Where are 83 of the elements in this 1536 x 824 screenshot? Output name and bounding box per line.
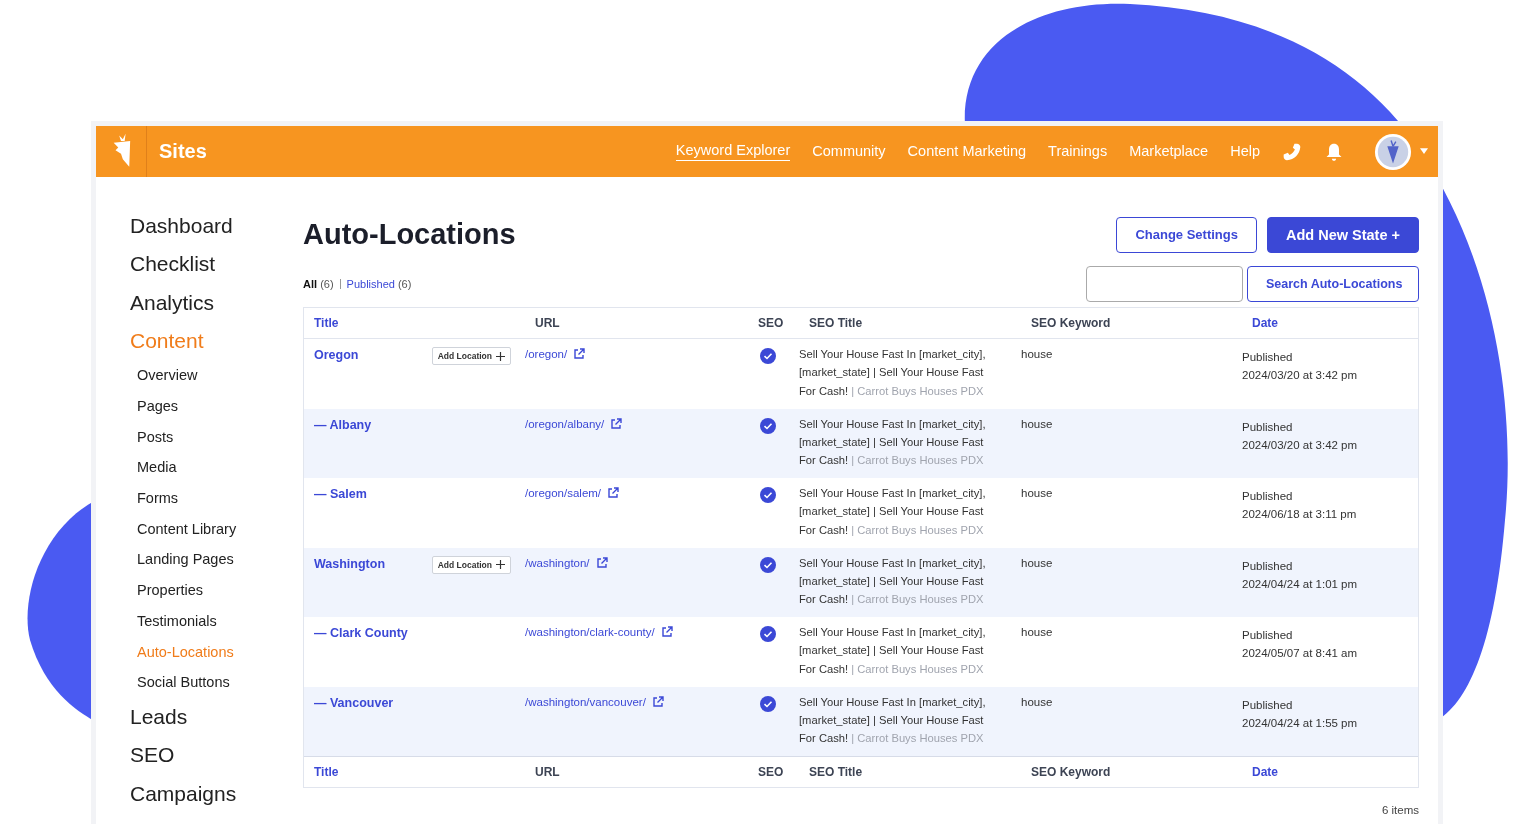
search-button[interactable]: Search Auto-Locations xyxy=(1247,266,1419,302)
sidebar-item[interactable]: Overview xyxy=(130,360,303,391)
column-header: SEO Title xyxy=(809,316,864,330)
sidebar-item[interactable]: Forms xyxy=(130,483,303,514)
column-header: SEO Keyword xyxy=(1031,316,1112,330)
sidebar-item[interactable]: Analytics xyxy=(130,283,303,322)
seo-title-text: Sell Your House Fast In [market_city], [market_state] | Sell Your House Fast For Cash! | Carrot Buys Houses PDX xyxy=(799,416,987,469)
external-link-icon[interactable] xyxy=(573,348,586,360)
column-footer: SEO xyxy=(758,765,809,779)
external-link-icon[interactable] xyxy=(607,487,620,499)
status-text: Published xyxy=(1242,628,1294,643)
location-title-link[interactable]: — Albany xyxy=(314,417,372,432)
seo-title-text: Sell Your House Fast In [market_city], [market_state] | Sell Your House Fast For Cash! | Carrot Buys Houses PDX xyxy=(799,486,987,538)
seo-keyword: house xyxy=(1021,347,1053,362)
plus-icon xyxy=(496,351,505,361)
column-footer[interactable]: Date xyxy=(1252,765,1418,779)
seo-title-text: Sell Your House Fast In [market_city], [market_state] | Sell Your House Fast For Cash! | Carrot Buys Houses PDX xyxy=(799,625,987,677)
status-text: Published xyxy=(1242,489,1294,504)
status-text: Published xyxy=(1242,697,1294,713)
url-link[interactable]: /oregon/salem/ xyxy=(525,487,602,499)
sidebar-item[interactable]: Content Library xyxy=(130,513,303,545)
seo-keyword: house xyxy=(1021,694,1053,710)
seo-keyword: house xyxy=(1021,416,1053,432)
location-title-link[interactable]: — Salem xyxy=(314,487,367,501)
location-title-link[interactable]: Washington xyxy=(314,556,386,571)
date-text: 2024/03/20 at 3:42 pm xyxy=(1242,437,1359,453)
seo-title-text: Sell Your House Fast In [market_city], [market_state] | Sell Your House Fast For Cash! | Carrot Buys Houses PDX xyxy=(799,347,987,399)
date-text: 2024/06/18 at 3:11 pm xyxy=(1242,507,1358,523)
status-text: Published xyxy=(1242,419,1294,435)
column-footer: SEO Title xyxy=(809,765,1031,779)
date-text: 2024/05/07 at 8:41 am xyxy=(1242,646,1359,662)
sidebar-item[interactable]: Leads xyxy=(130,697,303,737)
column-footer: URL xyxy=(535,765,758,779)
external-link-icon[interactable] xyxy=(595,556,608,569)
seo-keyword: house xyxy=(1021,486,1053,501)
date-text: 2024/03/20 at 3:42 pm xyxy=(1242,368,1359,384)
seo-title-text: Sell Your House Fast In [market_city], [market_state] | Sell Your House Fast For Cash! | Carrot Buys Houses PDX xyxy=(799,694,987,747)
date-text: 2024/04/24 at 1:55 pm xyxy=(1242,715,1359,731)
url-link[interactable]: /washington/vancouver/ xyxy=(525,695,646,708)
column-header[interactable]: Date xyxy=(1252,316,1418,330)
sidebar-item[interactable]: Properties xyxy=(130,575,303,606)
page-title: Auto-Locations xyxy=(303,218,516,251)
sidebar-item[interactable]: Landing Pages xyxy=(130,544,303,576)
seo-title-text: Sell Your House Fast In [market_city], [market_state] | Sell Your House Fast For Cash! | Carrot Buys Houses PDX xyxy=(799,555,987,608)
url-link[interactable]: /washington/ xyxy=(525,556,590,569)
location-title-link[interactable]: — Vancouver xyxy=(314,695,394,710)
column-footer[interactable]: Title xyxy=(304,765,535,779)
sidebar-item[interactable]: Campaigns xyxy=(130,774,303,813)
column-header[interactable]: Title xyxy=(304,316,535,330)
sidebar-item[interactable]: Media xyxy=(130,452,303,483)
sidebar-item[interactable]: Social Buttons xyxy=(130,667,303,698)
sidebar-item[interactable]: Testimonials xyxy=(130,605,303,637)
url-link[interactable]: /washington/clark-county/ xyxy=(525,626,655,638)
add-state-button[interactable]: Add New State + xyxy=(1267,216,1419,253)
url-link[interactable]: /oregon/albany/ xyxy=(525,417,605,430)
sidebar-item[interactable]: Posts xyxy=(130,421,303,453)
avatar-icon[interactable] xyxy=(1374,132,1412,171)
search-field[interactable] xyxy=(1086,266,1243,302)
column-header: URL xyxy=(535,316,561,330)
external-link-icon[interactable] xyxy=(610,417,623,430)
status-text: Published xyxy=(1242,558,1294,574)
external-link-icon[interactable] xyxy=(651,695,664,708)
add-location-button[interactable]: Add Location xyxy=(431,555,511,574)
column-footer: SEO Keyword xyxy=(1031,765,1252,779)
sidebar-item[interactable]: SEO xyxy=(130,736,303,775)
date-text: 2024/04/24 at 1:01 pm xyxy=(1242,576,1359,592)
column-header: SEO xyxy=(758,316,785,330)
item-count: 6 items xyxy=(1380,804,1419,816)
settings-button[interactable]: Change Settings xyxy=(1116,216,1257,253)
location-title-link[interactable]: Oregon xyxy=(314,348,359,362)
status-text: Published xyxy=(1242,350,1294,365)
filter-link[interactable]: Published (6) xyxy=(346,278,412,290)
location-title-link[interactable]: — Clark County xyxy=(314,626,408,640)
seo-keyword: house xyxy=(1021,555,1053,571)
filter-link[interactable]: All (6) xyxy=(303,278,334,290)
plus-icon xyxy=(496,560,505,569)
external-link-icon[interactable] xyxy=(660,626,673,638)
sidebar-item[interactable]: Pages xyxy=(130,390,303,422)
sidebar-item[interactable]: Checklist xyxy=(130,245,303,284)
add-location-button[interactable]: Add Location xyxy=(431,347,511,365)
sidebar-item[interactable]: Dashboard xyxy=(130,207,303,246)
url-link[interactable]: /oregon/ xyxy=(525,348,568,360)
seo-keyword: house xyxy=(1021,625,1053,640)
